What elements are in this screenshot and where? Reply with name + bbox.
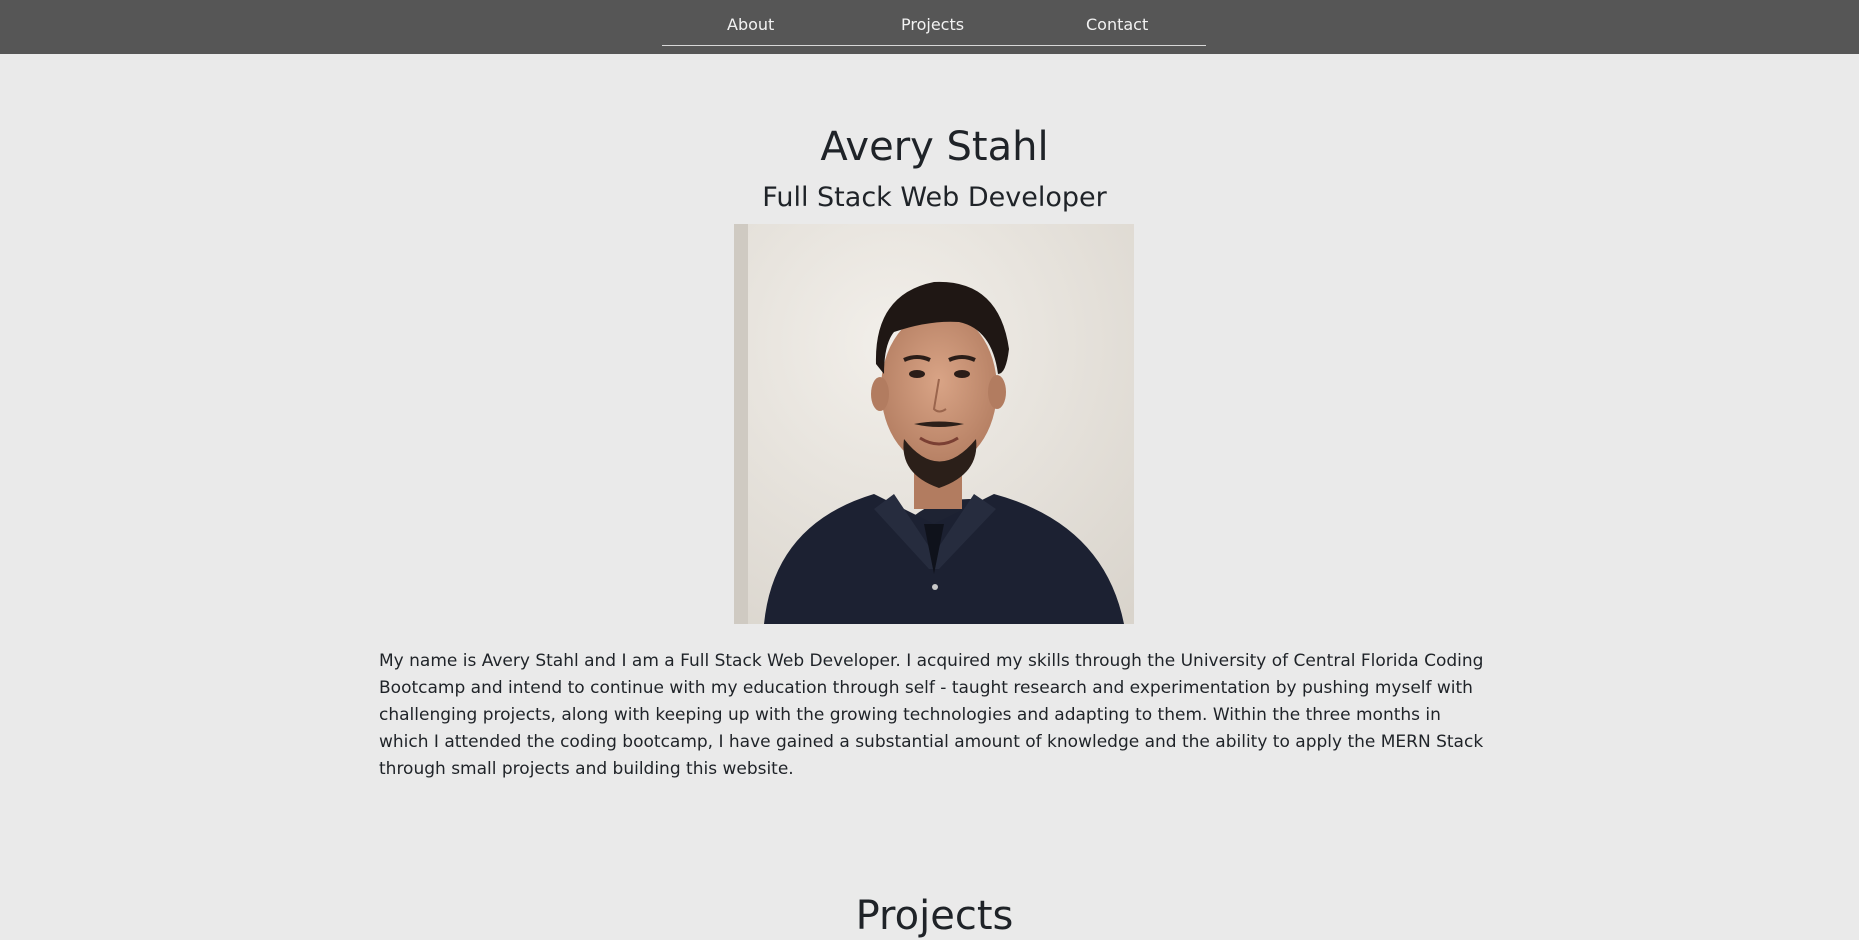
- nav-link-contact[interactable]: Contact: [1086, 15, 1148, 34]
- about-bio: My name is Avery Stahl and I am a Full S…: [379, 651, 1484, 779]
- profile-photo: [734, 224, 1134, 624]
- navbar: About Projects Contact: [0, 0, 1859, 54]
- nav-links: About Projects Contact: [662, 0, 1206, 46]
- page-title: Avery Stahl: [820, 124, 1049, 170]
- job-title: Full Stack Web Developer: [762, 182, 1107, 213]
- nav-link-about[interactable]: About: [727, 15, 774, 34]
- portrait-illustration: [734, 224, 1134, 624]
- projects-heading: Projects: [855, 893, 1014, 939]
- nav-link-projects[interactable]: Projects: [901, 15, 964, 34]
